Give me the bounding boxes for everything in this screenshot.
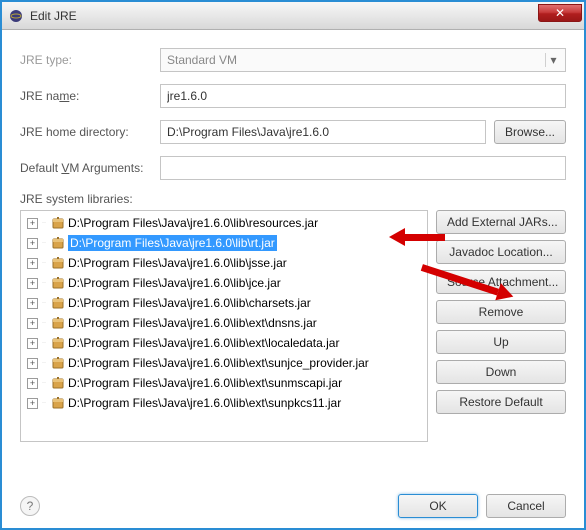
syslib-label: JRE system libraries: — [20, 192, 566, 206]
jar-icon — [50, 356, 66, 370]
tree-item-label: D:\Program Files\Java\jre1.6.0\lib\ext\d… — [68, 316, 317, 330]
jre-home-label: JRE home directory: — [20, 125, 160, 139]
tree-item[interactable]: + ·· D:\Program Files\Java\jre1.6.0\lib\ex… — [21, 373, 427, 393]
tree-item[interactable]: + ·· D:\Program Files\Java\jre1.6.0\lib\ex… — [21, 313, 427, 333]
expand-icon[interactable]: + — [27, 298, 38, 309]
window-title: Edit JRE — [30, 9, 77, 23]
ok-button[interactable]: OK — [398, 494, 478, 518]
eclipse-icon — [8, 8, 24, 24]
tree-item[interactable]: + ·· D:\Program Files\Java\jre1.6.0\lib\ex… — [21, 333, 427, 353]
restore-default-button[interactable]: Restore Default — [436, 390, 566, 414]
tree-item-label: D:\Program Files\Java\jre1.6.0\lib\ext\s… — [68, 356, 369, 370]
jre-home-input[interactable] — [160, 120, 486, 144]
tree-item-label: D:\Program Files\Java\jre1.6.0\lib\chars… — [68, 296, 311, 310]
tree-connector: ·· — [42, 400, 48, 406]
browse-button[interactable]: Browse... — [494, 120, 566, 144]
tree-connector: ·· — [42, 300, 48, 306]
vm-args-label: Default VM Arguments: — [20, 161, 160, 175]
close-button[interactable]: ✕ — [538, 4, 582, 22]
tree-item-label: D:\Program Files\Java\jre1.6.0\lib\ext\s… — [68, 376, 342, 390]
expand-icon[interactable]: + — [27, 338, 38, 349]
jre-type-combo: Standard VM ▾ — [160, 48, 566, 72]
jar-icon — [50, 256, 66, 270]
help-icon-glyph: ? — [27, 499, 34, 513]
tree-item-label: D:\Program Files\Java\jre1.6.0\lib\resou… — [68, 216, 318, 230]
syslib-tree[interactable]: + ·· D:\Program Files\Java\jre1.6.0\lib\re… — [20, 210, 428, 442]
tree-connector: ·· — [42, 360, 48, 366]
dialog-footer: ? OK Cancel — [20, 493, 566, 518]
tree-item-label: D:\Program Files\Java\jre1.6.0\lib\ext\s… — [68, 396, 341, 410]
jre-name-label: JRE name: — [20, 89, 160, 103]
expand-icon[interactable]: + — [27, 258, 38, 269]
vm-args-input[interactable] — [160, 156, 566, 180]
add-external-jars-button[interactable]: Add External JARs... — [436, 210, 566, 234]
tree-connector: ·· — [42, 280, 48, 286]
tree-item[interactable]: + ·· D:\Program Files\Java\jre1.6.0\lib\ex… — [21, 353, 427, 373]
tree-item-label: D:\Program Files\Java\jre1.6.0\lib\ext\l… — [68, 336, 339, 350]
tree-connector: ·· — [42, 320, 48, 326]
jar-icon — [50, 316, 66, 330]
titlebar: Edit JRE ✕ — [2, 2, 584, 30]
jre-type-label: JRE type: — [20, 53, 160, 67]
jar-icon — [50, 296, 66, 310]
jar-icon — [50, 336, 66, 350]
tree-item[interactable]: + ·· D:\Program Files\Java\jre1.6.0\lib\js… — [21, 253, 427, 273]
tree-item-label: D:\Program Files\Java\jre1.6.0\lib\jsse.… — [68, 256, 287, 270]
tree-connector: ·· — [42, 240, 48, 246]
expand-icon[interactable]: + — [27, 378, 38, 389]
dialog-content: JRE type: Standard VM ▾ JRE name: JRE ho… — [2, 30, 584, 450]
help-button[interactable]: ? — [20, 496, 40, 516]
expand-icon[interactable]: + — [27, 398, 38, 409]
tree-connector: ·· — [42, 340, 48, 346]
jar-icon — [50, 396, 66, 410]
tree-connector: ·· — [42, 220, 48, 226]
tree-connector: ·· — [42, 260, 48, 266]
down-button[interactable]: Down — [436, 360, 566, 384]
tree-item[interactable]: + ·· D:\Program Files\Java\jre1.6.0\lib\rt… — [21, 233, 427, 253]
tree-item-label: D:\Program Files\Java\jre1.6.0\lib\jce.j… — [68, 276, 281, 290]
jre-type-value: Standard VM — [167, 53, 237, 67]
expand-icon[interactable]: + — [27, 318, 38, 329]
jar-icon — [50, 236, 66, 250]
tree-item-label: D:\Program Files\Java\jre1.6.0\lib\rt.ja… — [68, 235, 277, 251]
remove-button[interactable]: Remove — [436, 300, 566, 324]
jar-icon — [50, 216, 66, 230]
up-button[interactable]: Up — [436, 330, 566, 354]
javadoc-location-button[interactable]: Javadoc Location... — [436, 240, 566, 264]
cancel-button[interactable]: Cancel — [486, 494, 566, 518]
jar-icon — [50, 276, 66, 290]
syslib-button-panel: Add External JARs... Javadoc Location...… — [436, 210, 566, 442]
expand-icon[interactable]: + — [27, 238, 38, 249]
tree-item[interactable]: + ·· D:\Program Files\Java\jre1.6.0\lib\ch… — [21, 293, 427, 313]
jre-name-input[interactable] — [160, 84, 566, 108]
tree-item[interactable]: + ·· D:\Program Files\Java\jre1.6.0\lib\jc… — [21, 273, 427, 293]
expand-icon[interactable]: + — [27, 218, 38, 229]
close-icon: ✕ — [555, 6, 565, 20]
expand-icon[interactable]: + — [27, 278, 38, 289]
tree-item[interactable]: + ·· D:\Program Files\Java\jre1.6.0\lib\re… — [21, 213, 427, 233]
tree-item[interactable]: + ·· D:\Program Files\Java\jre1.6.0\lib\ex… — [21, 393, 427, 413]
tree-connector: ·· — [42, 380, 48, 386]
chevron-down-icon: ▾ — [545, 53, 561, 67]
expand-icon[interactable]: + — [27, 358, 38, 369]
source-attachment-button[interactable]: Source Attachment... — [436, 270, 566, 294]
jar-icon — [50, 376, 66, 390]
